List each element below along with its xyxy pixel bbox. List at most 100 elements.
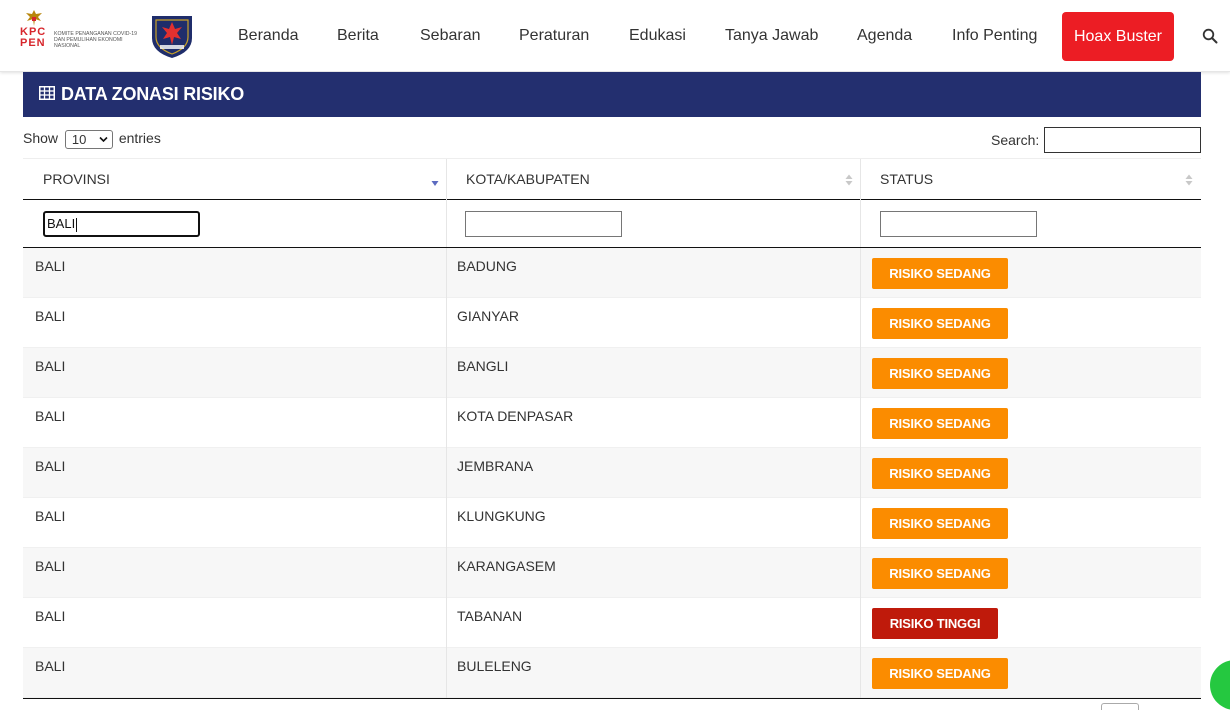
status-badge: RISIKO SEDANG <box>872 658 1008 689</box>
column-header-status[interactable]: STATUS <box>860 159 1201 200</box>
table-row: BALI KOTA DENPASAR RISIKO SEDANG <box>23 398 1201 448</box>
cell-kota: BADUNG <box>457 258 517 274</box>
table-row: BALI BULELENG RISIKO SEDANG <box>23 648 1201 698</box>
column-divider <box>860 159 861 200</box>
table-row: BALI TABANAN RISIKO TINGGI <box>23 598 1201 648</box>
column-divider <box>860 498 861 548</box>
column-divider <box>860 298 861 348</box>
cell-provinsi: BALI <box>35 658 66 674</box>
table-row: BALI KARANGASEM RISIKO SEDANG <box>23 548 1201 598</box>
entries-length-control: Show 10 entries <box>23 128 161 149</box>
column-divider <box>860 648 861 698</box>
sort-both-icon[interactable] <box>845 173 853 187</box>
cell-kota: TABANAN <box>457 608 523 624</box>
cell-provinsi: BALI <box>35 608 66 624</box>
search-label: Search: <box>991 132 1040 148</box>
cell-provinsi: BALI <box>35 558 66 574</box>
table-header-row: PROVINSI KOTA/KABUPATEN STATUS <box>23 158 1201 200</box>
column-divider <box>446 200 447 247</box>
column-divider <box>860 398 861 448</box>
section-title: DATA ZONASI RISIKO <box>61 84 245 104</box>
status-badge: RISIKO SEDANG <box>872 458 1008 489</box>
filter-input-value: BALI <box>47 216 76 231</box>
column-divider <box>446 159 447 200</box>
entries-label: entries <box>118 130 161 146</box>
text-caret <box>76 217 78 232</box>
column-header-kota[interactable]: KOTA/KABUPATEN <box>446 159 860 200</box>
column-divider <box>446 598 447 648</box>
status-badge: RISIKO SEDANG <box>872 558 1008 589</box>
satgas-covid-logo[interactable] <box>146 12 198 60</box>
cell-kota: KOTA DENPASAR <box>457 408 574 424</box>
search-icon[interactable] <box>1202 28 1218 44</box>
chat-widget-button[interactable] <box>1210 660 1230 710</box>
table-row: BALI BADUNG RISIKO SEDANG <box>23 248 1201 298</box>
table-bottom-border <box>23 698 1201 699</box>
column-header-label: KOTA/KABUPATEN <box>466 171 590 187</box>
column-divider <box>446 398 447 448</box>
top-navbar: KPC PEN KOMITE PENANGANAN COVID-19 DAN P… <box>0 0 1230 72</box>
column-divider <box>446 248 447 298</box>
column-header-label: STATUS <box>880 171 934 187</box>
table-row: BALI BANGLI RISIKO SEDANG <box>23 348 1201 398</box>
column-divider <box>860 598 861 648</box>
table-row: BALI GIANYAR RISIKO SEDANG <box>23 298 1201 348</box>
table-body: BALI BADUNG RISIKO SEDANG BALI GIANYAR RISIKO… <box>23 248 1201 698</box>
filter-input-kota[interactable] <box>465 211 622 237</box>
nav-tanya-jawab[interactable]: Tanya Jawab <box>725 24 818 48</box>
cell-kota: BULELENG <box>457 658 532 674</box>
status-badge: RISIKO SEDANG <box>872 508 1008 539</box>
cell-provinsi: BALI <box>35 308 66 324</box>
section-header: DATA ZONASI RISIKO <box>23 72 1201 117</box>
table-row: BALI JEMBRANA RISIKO SEDANG <box>23 448 1201 498</box>
status-badge: RISIKO SEDANG <box>872 408 1008 439</box>
cell-provinsi: BALI <box>35 508 66 524</box>
table-search-input[interactable] <box>1044 127 1201 153</box>
entries-select[interactable]: 10 <box>64 129 113 149</box>
table-icon <box>39 86 55 100</box>
kpcpen-logo[interactable]: KPC PEN KOMITE PENANGANAN COVID-19 DAN P… <box>20 9 140 61</box>
kpcpen-logo-letters: KPC PEN <box>20 26 47 49</box>
filter-input-status[interactable] <box>880 211 1037 237</box>
column-divider <box>446 548 447 598</box>
column-divider <box>446 298 447 348</box>
column-divider <box>446 498 447 548</box>
chevron-down-icon <box>99 136 108 142</box>
nav-agenda[interactable]: Agenda <box>857 24 912 48</box>
kpcpen-logo-subtitle: KOMITE PENANGANAN COVID-19 DAN PEMULIHAN… <box>54 31 138 49</box>
status-badge: RISIKO SEDANG <box>872 258 1008 289</box>
filter-input-provinsi[interactable]: BALI <box>43 211 200 237</box>
show-label: Show <box>23 130 59 146</box>
cell-provinsi: BALI <box>35 258 66 274</box>
status-badge: RISIKO TINGGI <box>872 608 998 639</box>
cell-provinsi: BALI <box>35 358 66 374</box>
nav-peraturan[interactable]: Peraturan <box>519 24 589 48</box>
table-row: BALI KLUNGKUNG RISIKO SEDANG <box>23 498 1201 548</box>
sort-desc-icon[interactable] <box>431 175 439 189</box>
column-divider <box>860 248 861 298</box>
column-divider <box>860 200 861 247</box>
garuda-emblem-icon <box>26 10 42 26</box>
cell-kota: KLUNGKUNG <box>457 508 546 524</box>
status-badge: RISIKO SEDANG <box>872 308 1008 339</box>
cell-kota: GIANYAR <box>457 308 519 324</box>
column-header-provinsi[interactable]: PROVINSI <box>23 159 446 200</box>
nav-berita[interactable]: Berita <box>337 24 379 48</box>
nav-beranda[interactable]: Beranda <box>238 24 299 48</box>
hoax-buster-button[interactable]: Hoax Buster <box>1062 12 1174 61</box>
column-divider <box>446 348 447 398</box>
column-divider <box>446 648 447 698</box>
entries-select-value: 10 <box>71 131 87 147</box>
pagination-button[interactable] <box>1101 703 1139 710</box>
column-divider <box>446 448 447 498</box>
cell-kota: KARANGASEM <box>457 558 556 574</box>
cell-kota: BANGLI <box>457 358 509 374</box>
cell-provinsi: BALI <box>35 458 66 474</box>
sort-both-icon[interactable] <box>1185 173 1193 187</box>
nav-info-penting[interactable]: Info Penting <box>952 24 1037 48</box>
column-divider <box>860 448 861 498</box>
column-divider <box>860 348 861 398</box>
cell-provinsi: BALI <box>35 408 66 424</box>
nav-edukasi[interactable]: Edukasi <box>629 24 686 48</box>
nav-sebaran[interactable]: Sebaran <box>420 24 481 48</box>
